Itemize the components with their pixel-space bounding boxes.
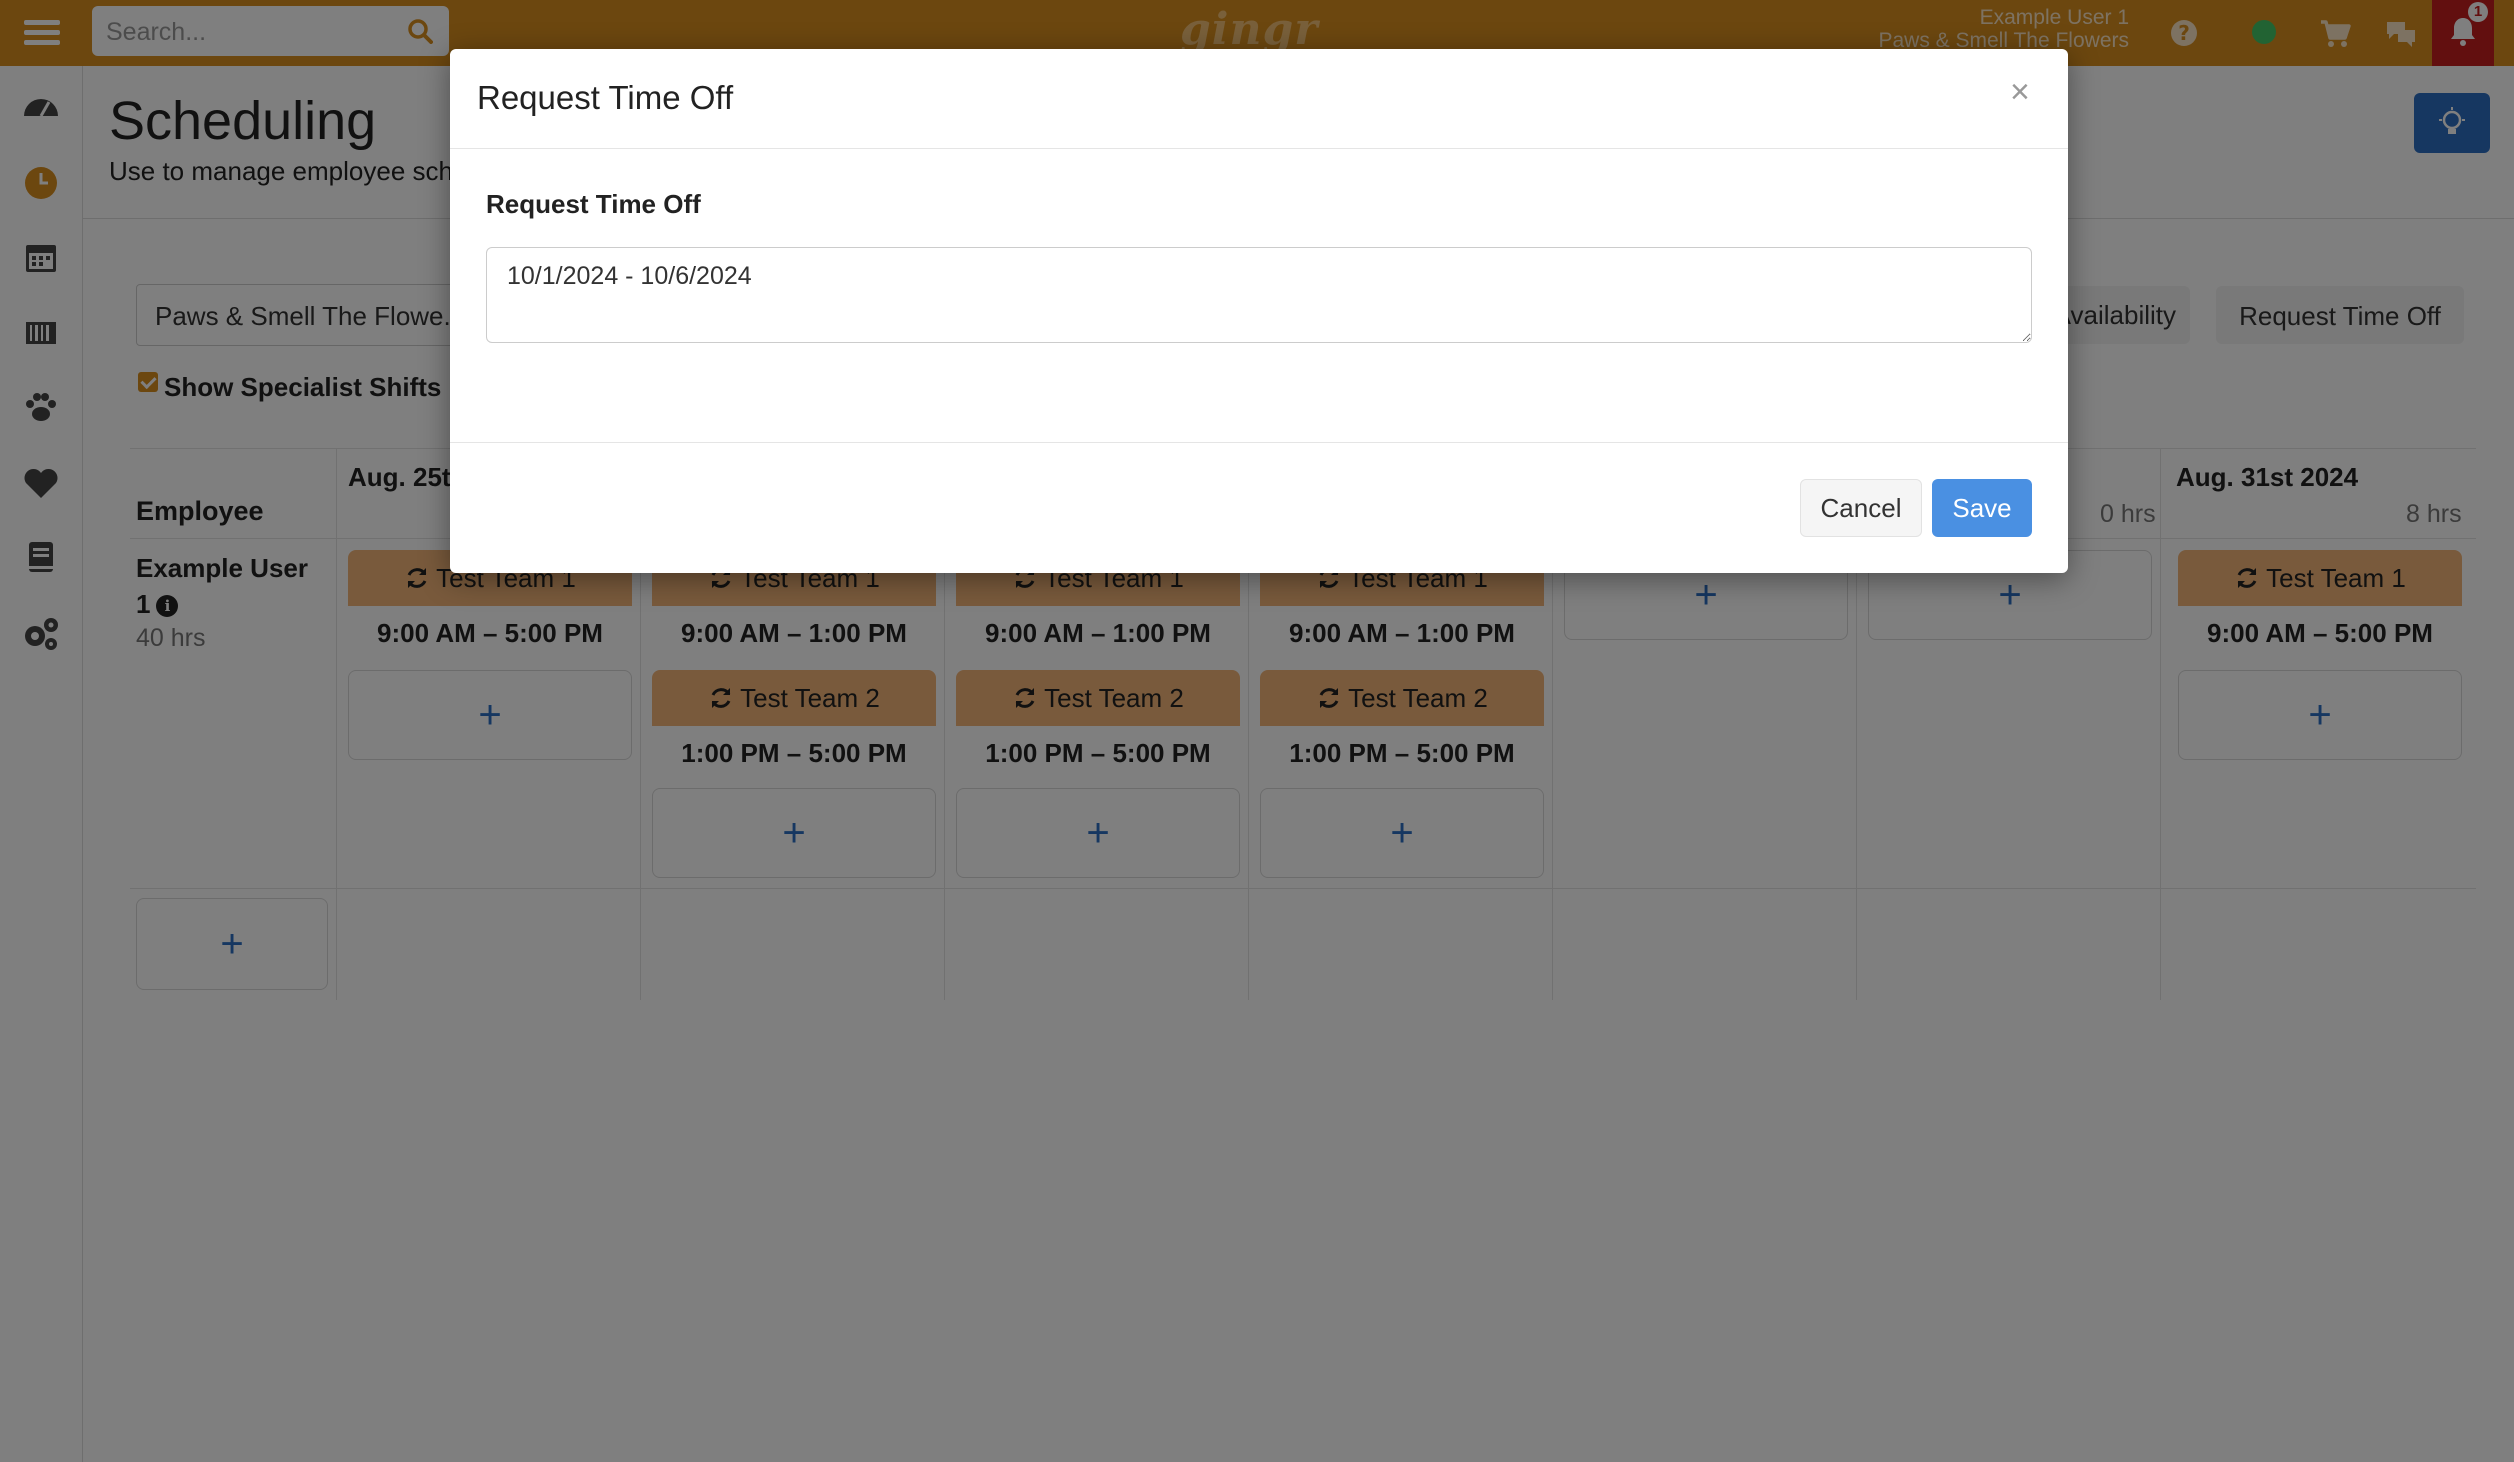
request-time-off-label: Request Time Off [486,189,701,219]
close-icon[interactable]: × [2010,73,2030,112]
date-range-input[interactable]: 10/1/2024 - 10/6/2024 [486,247,2032,343]
save-button[interactable]: Save [1932,479,2032,537]
request-time-off-modal: Request Time Off × Request Time Off 10/1… [450,49,2068,573]
modal-footer-divider [450,442,2068,443]
modal-header: Request Time Off × [450,49,2068,149]
modal-title: Request Time Off [477,79,734,116]
cancel-button[interactable]: Cancel [1800,479,1922,537]
